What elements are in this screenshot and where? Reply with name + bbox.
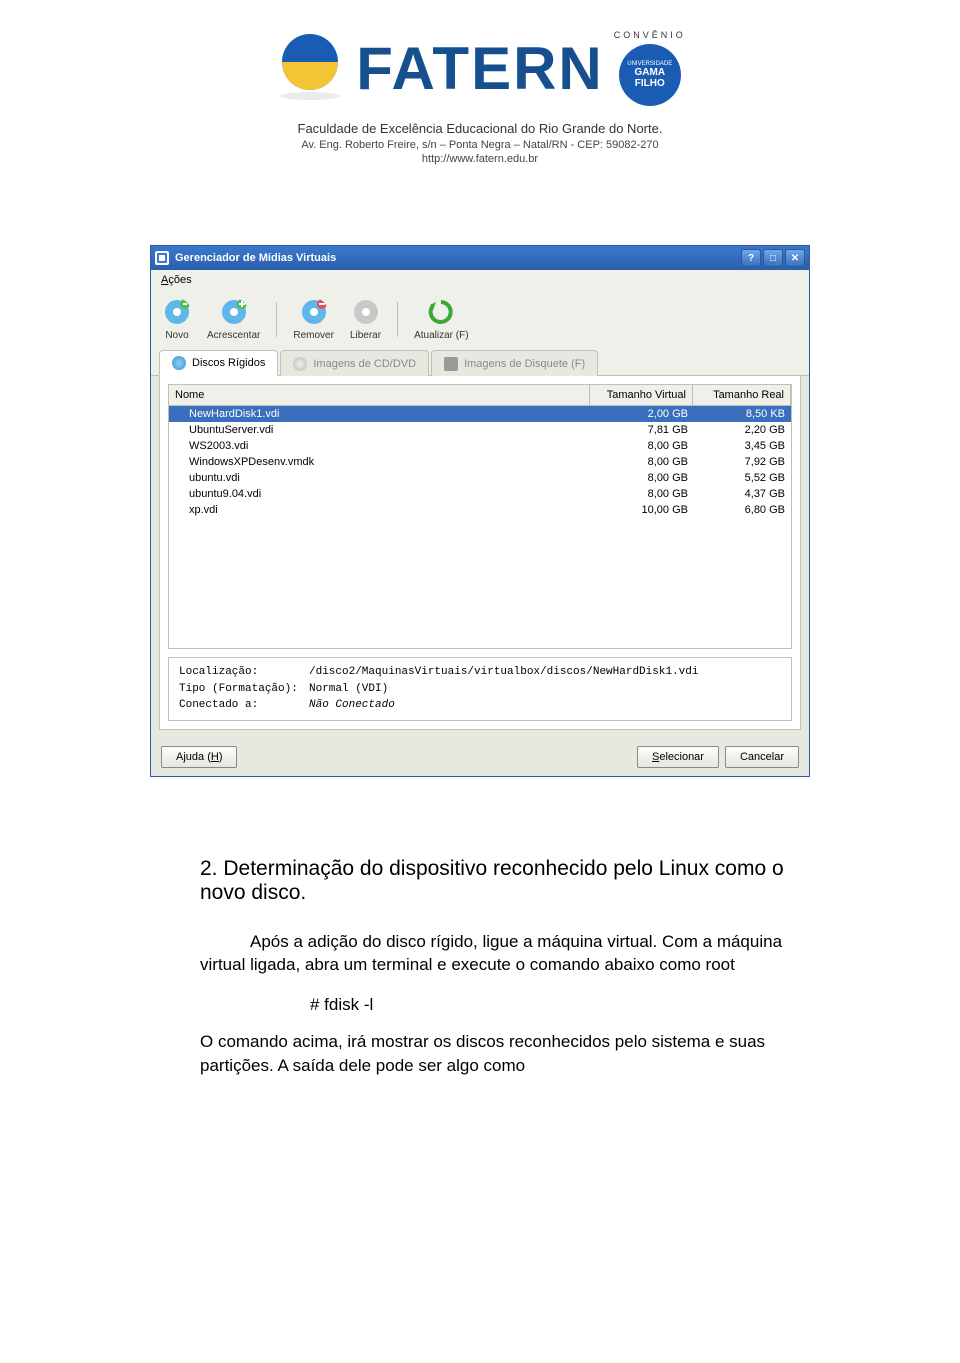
row-virtual-size: 10,00 GB [592,503,694,517]
help-button[interactable]: Ajuda (H) [161,746,237,768]
row-virtual-size: 8,00 GB [592,471,694,485]
header-address: Av. Eng. Roberto Freire, s/n – Ponta Neg… [0,139,960,151]
list-row[interactable]: ubuntu.vdi8,00 GB5,52 GB [169,470,791,486]
row-real-size: 2,20 GB [694,423,791,437]
list-row[interactable]: WS2003.vdi8,00 GB3,45 GB [169,438,791,454]
command-line: # fdisk -l [310,995,820,1015]
new-disk-icon [163,298,191,326]
fatern-sphere-icon [274,32,346,104]
row-virtual-size: 8,00 GB [592,439,694,453]
select-button[interactable]: Selecionar [637,746,719,768]
row-virtual-size: 2,00 GB [592,407,694,421]
row-real-size: 4,37 GB [694,487,791,501]
header-url: http://www.fatern.edu.br [0,153,960,165]
paragraph-2: O comando acima, irá mostrar os discos r… [200,1030,820,1078]
gama-filho-badge-icon: UNIVERSIDADE GAMA FILHO [619,44,681,106]
detail-connected-value: Não Conectado [309,697,395,714]
document-body: 2. Determinação do dispositivo reconheci… [0,817,960,1156]
release-disk-icon [352,298,380,326]
detail-location-value: /disco2/MaquinasVirtuais/virtualbox/disc… [309,664,698,681]
section-heading: 2. Determinação do dispositivo reconheci… [200,857,820,905]
row-virtual-size: 7,81 GB [592,423,694,437]
tab-hard-disks[interactable]: Discos Rígidos [159,350,278,376]
convenio-label: CONVÊNIO [614,30,686,40]
list-header: Nome Tamanho Virtual Tamanho Real [169,385,791,406]
list-row[interactable]: UbuntuServer.vdi7,81 GB2,20 GB [169,422,791,438]
col-virtual-size-header[interactable]: Tamanho Virtual [590,385,693,405]
row-name: xp.vdi [169,503,592,517]
cd-dvd-icon [293,357,307,371]
paragraph-1: Após a adição do disco rígido, ligue a m… [200,930,820,978]
row-real-size: 5,52 GB [694,471,791,485]
app-icon [155,251,169,265]
list-empty-area [169,518,791,648]
row-name: ubuntu.vdi [169,471,592,485]
list-body: NewHardDisk1.vdi2,00 GB8,50 KBUbuntuServ… [169,406,791,518]
remove-disk-icon [300,298,328,326]
list-row[interactable]: WindowsXPDesenv.vmdk8,00 GB7,92 GB [169,454,791,470]
list-row[interactable]: ubuntu9.04.vdi8,00 GB4,37 GB [169,486,791,502]
convenio-block: CONVÊNIO UNIVERSIDADE GAMA FILHO [614,30,686,106]
row-name: WS2003.vdi [169,439,592,453]
remover-button[interactable]: Remover [293,298,334,341]
col-real-size-header[interactable]: Tamanho Real [693,385,791,405]
row-real-size: 7,92 GB [694,455,791,469]
close-button[interactable]: ✕ [785,249,805,267]
window-title: Gerenciador de Mídias Virtuais [175,252,735,264]
novo-button[interactable]: Novo [163,298,191,341]
acrescentar-button[interactable]: Acrescentar [207,298,260,341]
media-tabs: Discos Rígidos Imagens de CD/DVD Imagens… [151,349,809,376]
toolbar: Novo Acrescentar Remover Liberar Atualiz… [151,290,809,349]
row-virtual-size: 8,00 GB [592,487,694,501]
add-disk-icon [220,298,248,326]
toolbar-separator [397,302,398,337]
col-name-header[interactable]: Nome [169,385,590,405]
row-real-size: 8,50 KB [694,407,791,421]
tab-floppy[interactable]: Imagens de Disquete (F) [431,350,598,376]
help-button[interactable]: ? [741,249,761,267]
toolbar-separator [276,302,277,337]
row-name: ubuntu9.04.vdi [169,487,592,501]
tab-content: Nome Tamanho Virtual Tamanho Real NewHar… [159,376,801,730]
row-virtual-size: 8,00 GB [592,455,694,469]
fatern-logo-text: FATERN [356,34,604,103]
media-manager-window: Gerenciador de Mídias Virtuais ? □ ✕ Açõ… [150,245,810,777]
disk-details: Localização: /disco2/MaquinasVirtuais/vi… [168,657,792,721]
hard-disk-icon [172,356,186,370]
window-title-buttons: ? □ ✕ [741,249,805,267]
cancel-button[interactable]: Cancelar [725,746,799,768]
disk-listview[interactable]: Nome Tamanho Virtual Tamanho Real NewHar… [168,384,792,649]
row-name: NewHardDisk1.vdi [169,407,592,421]
liberar-button[interactable]: Liberar [350,298,381,341]
virtualbox-screenshot: Gerenciador de Mídias Virtuais ? □ ✕ Açõ… [150,245,810,777]
row-real-size: 6,80 GB [694,503,791,517]
menubar: Ações [151,270,809,290]
atualizar-button[interactable]: Atualizar (F) [414,298,468,341]
row-name: WindowsXPDesenv.vmdk [169,455,592,469]
tab-cd-dvd[interactable]: Imagens de CD/DVD [280,350,429,376]
detail-type-value: Normal (VDI) [309,681,388,698]
detail-location-label: Localização: [179,664,309,681]
refresh-icon [427,298,455,326]
detail-connected-label: Conectado a: [179,697,309,714]
row-name: UbuntuServer.vdi [169,423,592,437]
window-titlebar: Gerenciador de Mídias Virtuais ? □ ✕ [151,246,809,270]
row-real-size: 3,45 GB [694,439,791,453]
document-letterhead: FATERN CONVÊNIO UNIVERSIDADE GAMA FILHO … [0,0,960,185]
list-row[interactable]: xp.vdi10,00 GB6,80 GB [169,502,791,518]
header-subtitle: Faculdade de Excelência Educacional do R… [0,121,960,136]
dialog-buttons: Ajuda (H) Selecionar Cancelar [151,738,809,776]
logo-row: FATERN CONVÊNIO UNIVERSIDADE GAMA FILHO [0,30,960,106]
floppy-icon [444,357,458,371]
detail-type-label: Tipo (Formatação): [179,681,309,698]
menu-acoes[interactable]: Ações [157,272,196,288]
maximize-button[interactable]: □ [763,249,783,267]
list-row[interactable]: NewHardDisk1.vdi2,00 GB8,50 KB [169,406,791,422]
